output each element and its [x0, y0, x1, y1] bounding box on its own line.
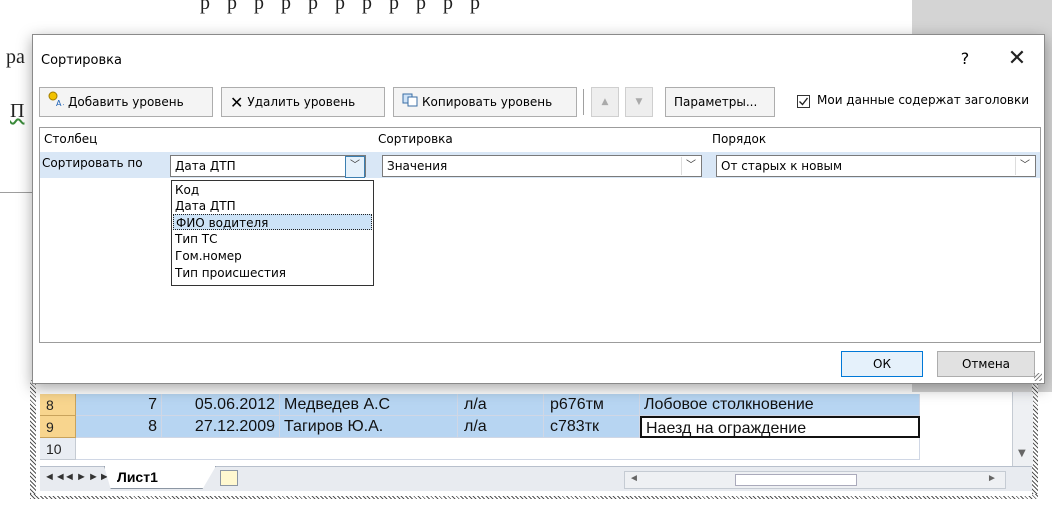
cell-incident[interactable]: Наезд на ограждение	[640, 416, 920, 438]
order-header: Порядок	[712, 132, 767, 146]
document-line-3: П	[10, 100, 25, 122]
dropdown-option[interactable]: Тип ТС	[173, 231, 372, 247]
copy-level-label: Копировать уровень	[422, 95, 553, 109]
insert-sheet-icon[interactable]	[220, 470, 238, 486]
scroll-right-icon[interactable]: ►	[987, 473, 997, 484]
scroll-left-icon[interactable]: ◄	[629, 473, 639, 484]
order-select-value: От старых к новым	[721, 159, 843, 173]
cell-driver[interactable]: Медведев А.С	[280, 394, 458, 416]
row-header[interactable]: 10	[40, 438, 76, 460]
row-header[interactable]: 9	[40, 416, 76, 438]
dialog-titlebar[interactable]: Сортировка ? ✕	[33, 35, 1044, 87]
horizontal-scrollbar[interactable]: ◄ ►	[624, 471, 1006, 489]
sheet-tab[interactable]: Лист1	[104, 466, 216, 489]
sort-dialog: Сортировка ? ✕ A↓ Добавить уровень ✕Удал…	[32, 34, 1045, 384]
empty-cells[interactable]	[76, 438, 920, 460]
chevron-down-icon[interactable]: ﹀	[345, 156, 365, 178]
dropdown-option[interactable]: Код	[173, 182, 372, 198]
cell-incident[interactable]: Лобовое столкновение	[640, 394, 920, 416]
dropdown-option[interactable]: Тип происшестия	[173, 265, 372, 281]
cell-code[interactable]: 8	[76, 416, 162, 438]
headers-checkbox-label[interactable]: Мои данные содержат заголовки	[817, 93, 1029, 107]
next-sheet-icon[interactable]: ►	[76, 471, 87, 483]
column-select-value: Дата ДТП	[175, 159, 236, 173]
first-sheet-icon[interactable]: ◄◄	[44, 471, 66, 483]
sheet-tab-bar: ◄◄ ◄ ► ►► Лист1 ◄ ►	[40, 466, 1032, 491]
table-row[interactable]: 9 8 27.12.2009 Тагиров Ю.А. л/а с783тк Н…	[40, 416, 920, 438]
cancel-button[interactable]: Отмена	[937, 351, 1035, 377]
headers-checkbox[interactable]	[797, 95, 810, 108]
table-row[interactable]: 10	[40, 438, 1012, 460]
vertical-scrollbar[interactable]: ▼	[1012, 392, 1033, 466]
copy-level-button[interactable]: Копировать уровень	[393, 87, 577, 117]
delete-x-icon: ✕	[230, 92, 244, 112]
dropdown-option-highlighted[interactable]: ФИО водителя	[173, 214, 372, 230]
order-select[interactable]: От старых к новым ﹀	[716, 155, 1036, 177]
document-line-2: ра	[6, 46, 25, 68]
cell-plate[interactable]: с783тк	[544, 416, 640, 438]
row-header[interactable]: 8	[40, 394, 76, 416]
sort-levels-grid: Столбец Сортировка Порядок Сортировать п…	[39, 127, 1041, 343]
column-dropdown-list: Код Дата ДТП ФИО водителя Тип ТС Гом.ном…	[171, 180, 374, 286]
cell-date[interactable]: 27.12.2009	[162, 416, 280, 438]
help-button[interactable]: ?	[955, 47, 975, 71]
delete-level-button[interactable]: ✕ Удалить уровень	[221, 87, 385, 117]
add-level-button[interactable]: A↓ Добавить уровень	[39, 87, 213, 117]
sort-on-select[interactable]: Значения ﹀	[382, 155, 702, 177]
sort-by-label: Сортировать по	[42, 156, 143, 170]
options-button[interactable]: Параметры...	[665, 87, 775, 117]
cell-code[interactable]: 7	[76, 394, 162, 416]
sort-on-select-value: Значения	[387, 159, 448, 173]
document-line-1: р р р р р р р р р р р	[200, 0, 486, 14]
svg-text:A↓: A↓	[56, 99, 64, 107]
table-row[interactable]: 8 7 05.06.2012 Медведев А.С л/а р676тм Л…	[40, 394, 920, 416]
add-level-label: Добавить уровень	[68, 95, 184, 109]
column-header: Столбец	[44, 132, 98, 146]
cell-date[interactable]: 05.06.2012	[162, 394, 280, 416]
resize-grip-icon[interactable]	[1034, 373, 1042, 381]
prev-sheet-icon[interactable]: ◄	[64, 471, 75, 483]
cell-vehicle-type[interactable]: л/а	[458, 416, 544, 438]
dropdown-option[interactable]: Гом.номер	[173, 248, 372, 264]
cell-plate[interactable]: р676тм	[544, 394, 640, 416]
move-down-button[interactable]: ▼	[625, 87, 653, 117]
add-level-icon: A↓	[48, 89, 68, 117]
cell-driver[interactable]: Тагиров Ю.А.	[280, 416, 458, 438]
toolbar-separator	[583, 89, 588, 115]
scroll-down-icon[interactable]: ▼	[1018, 448, 1026, 459]
ok-button[interactable]: ОК	[841, 351, 923, 377]
scroll-thumb[interactable]	[735, 474, 857, 486]
move-up-button[interactable]: ▲	[591, 87, 619, 117]
dropdown-option[interactable]: Дата ДТП	[173, 198, 372, 214]
delete-level-label: Удалить уровень	[247, 95, 356, 109]
checkmark-icon	[799, 97, 809, 106]
cell-vehicle-type[interactable]: л/а	[458, 394, 544, 416]
sort-level-row[interactable]: Сортировать по Дата ДТП ﹀ Значения ﹀ От …	[40, 152, 1040, 178]
chevron-down-icon[interactable]: ﹀	[681, 157, 700, 175]
document-divider	[0, 192, 32, 193]
column-select[interactable]: Дата ДТП ﹀	[170, 155, 366, 178]
dialog-title: Сортировка	[41, 53, 122, 68]
sort-on-header: Сортировка	[378, 132, 453, 146]
close-button[interactable]: ✕	[1003, 45, 1031, 73]
copy-icon	[402, 89, 418, 117]
dialog-toolbar: A↓ Добавить уровень ✕Удалить уровень Коп…	[39, 87, 1041, 121]
chevron-down-icon[interactable]: ﹀	[1015, 157, 1034, 175]
